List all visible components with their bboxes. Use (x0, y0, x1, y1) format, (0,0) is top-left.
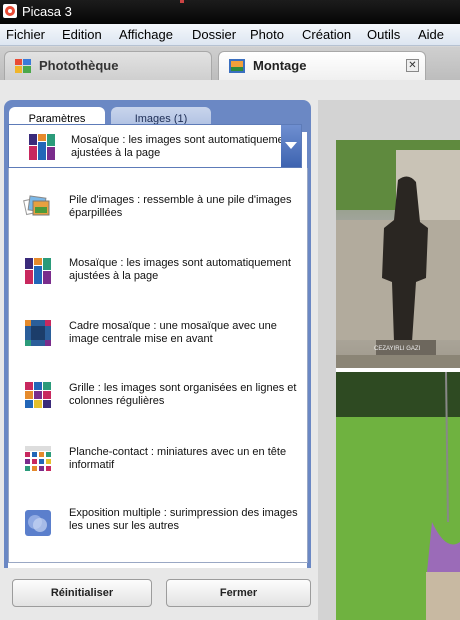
menu-edition[interactable]: Edition (62, 27, 102, 42)
statue-photo: CEZAYIRLI GAZI (336, 140, 460, 368)
swing-photo-art (336, 372, 460, 620)
close-tab-icon[interactable]: ✕ (406, 59, 419, 72)
tab-library[interactable]: Photothèque (4, 51, 212, 80)
main-area: Paramètres Images (1) Mosaïque : les ima… (0, 80, 460, 620)
grid-icon (25, 382, 51, 408)
titlebar-accent (180, 0, 184, 3)
dropdown-option-multiple-exposure[interactable]: Exposition multiple : surimpression des … (9, 476, 307, 546)
option-frame-mosaic-label: Cadre mosaïque : une mosaïque avec une i… (69, 320, 277, 345)
stack-icon (23, 195, 50, 216)
title-bar: Picasa 3 (0, 0, 460, 24)
mosaic-option-icon (25, 258, 51, 284)
option-grid-label: Grille : les images sont organisées en l… (69, 382, 297, 407)
menu-photo[interactable]: Photo (250, 27, 284, 42)
close-button[interactable]: Fermer (166, 579, 311, 607)
option-contact-sheet-label: Planche-contact : miniatures avec un en … (69, 446, 287, 471)
dropdown-option-contact-sheet[interactable]: Planche-contact : miniatures avec un en … (9, 414, 307, 474)
menu-affichage[interactable]: Affichage (119, 27, 173, 42)
library-icon (15, 59, 31, 73)
montage-page: CEZAYIRLI GAZI (336, 140, 460, 620)
montage-preview: CEZAYIRLI GAZI (318, 100, 460, 620)
option-mosaic-label: Mosaïque : les images sont automatiqueme… (69, 257, 291, 282)
dropdown-arrow-icon[interactable] (281, 125, 301, 167)
montage-icon (229, 59, 245, 73)
swing-photo (336, 372, 460, 620)
menu-creation[interactable]: Création (302, 27, 351, 42)
dropdown-option-mosaic[interactable]: Mosaïque : les images sont automatiqueme… (9, 230, 307, 288)
layout-dropdown-list: Pile d'images : ressemble à une pile d'i… (8, 168, 308, 563)
tab-montage[interactable]: Montage ✕ (218, 51, 426, 80)
layout-dropdown[interactable]: Mosaïque : les images sont automatiqueme… (8, 124, 302, 168)
multiple-exposure-icon (25, 510, 51, 536)
option-multiple-exposure-label: Exposition multiple : surimpression des … (69, 507, 298, 532)
tab-montage-label: Montage (253, 58, 307, 73)
picasa-app-icon (3, 4, 17, 18)
dropdown-option-grid[interactable]: Grille : les images sont organisées en l… (9, 352, 307, 412)
dropdown-selected-label: Mosaïque : les images sont automatiqueme… (71, 134, 293, 159)
menu-aide[interactable]: Aide (418, 27, 444, 42)
menu-outils[interactable]: Outils (367, 27, 400, 42)
option-stack-label: Pile d'images : ressemble à une pile d'i… (69, 194, 292, 219)
top-tab-strip: Photothèque Montage ✕ (0, 47, 460, 80)
menu-fichier[interactable]: Fichier (6, 27, 45, 42)
dropdown-option-stack[interactable]: Pile d'images : ressemble à une pile d'i… (9, 168, 307, 228)
dropdown-option-frame-mosaic[interactable]: Cadre mosaïque : une mosaïque avec une i… (9, 290, 307, 350)
frame-mosaic-icon (25, 320, 51, 346)
menu-bar: Fichier Edition Affichage Dossier Photo … (0, 24, 460, 46)
statue-photo-art (336, 140, 460, 368)
statue-caption: CEZAYIRLI GAZI (374, 346, 421, 352)
reset-button[interactable]: Réinitialiser (12, 579, 152, 607)
mosaic-icon (29, 134, 55, 160)
window-title: Picasa 3 (22, 4, 72, 19)
tab-library-label: Photothèque (39, 58, 119, 73)
contact-sheet-icon (25, 446, 51, 472)
menu-dossier[interactable]: Dossier (192, 27, 236, 42)
